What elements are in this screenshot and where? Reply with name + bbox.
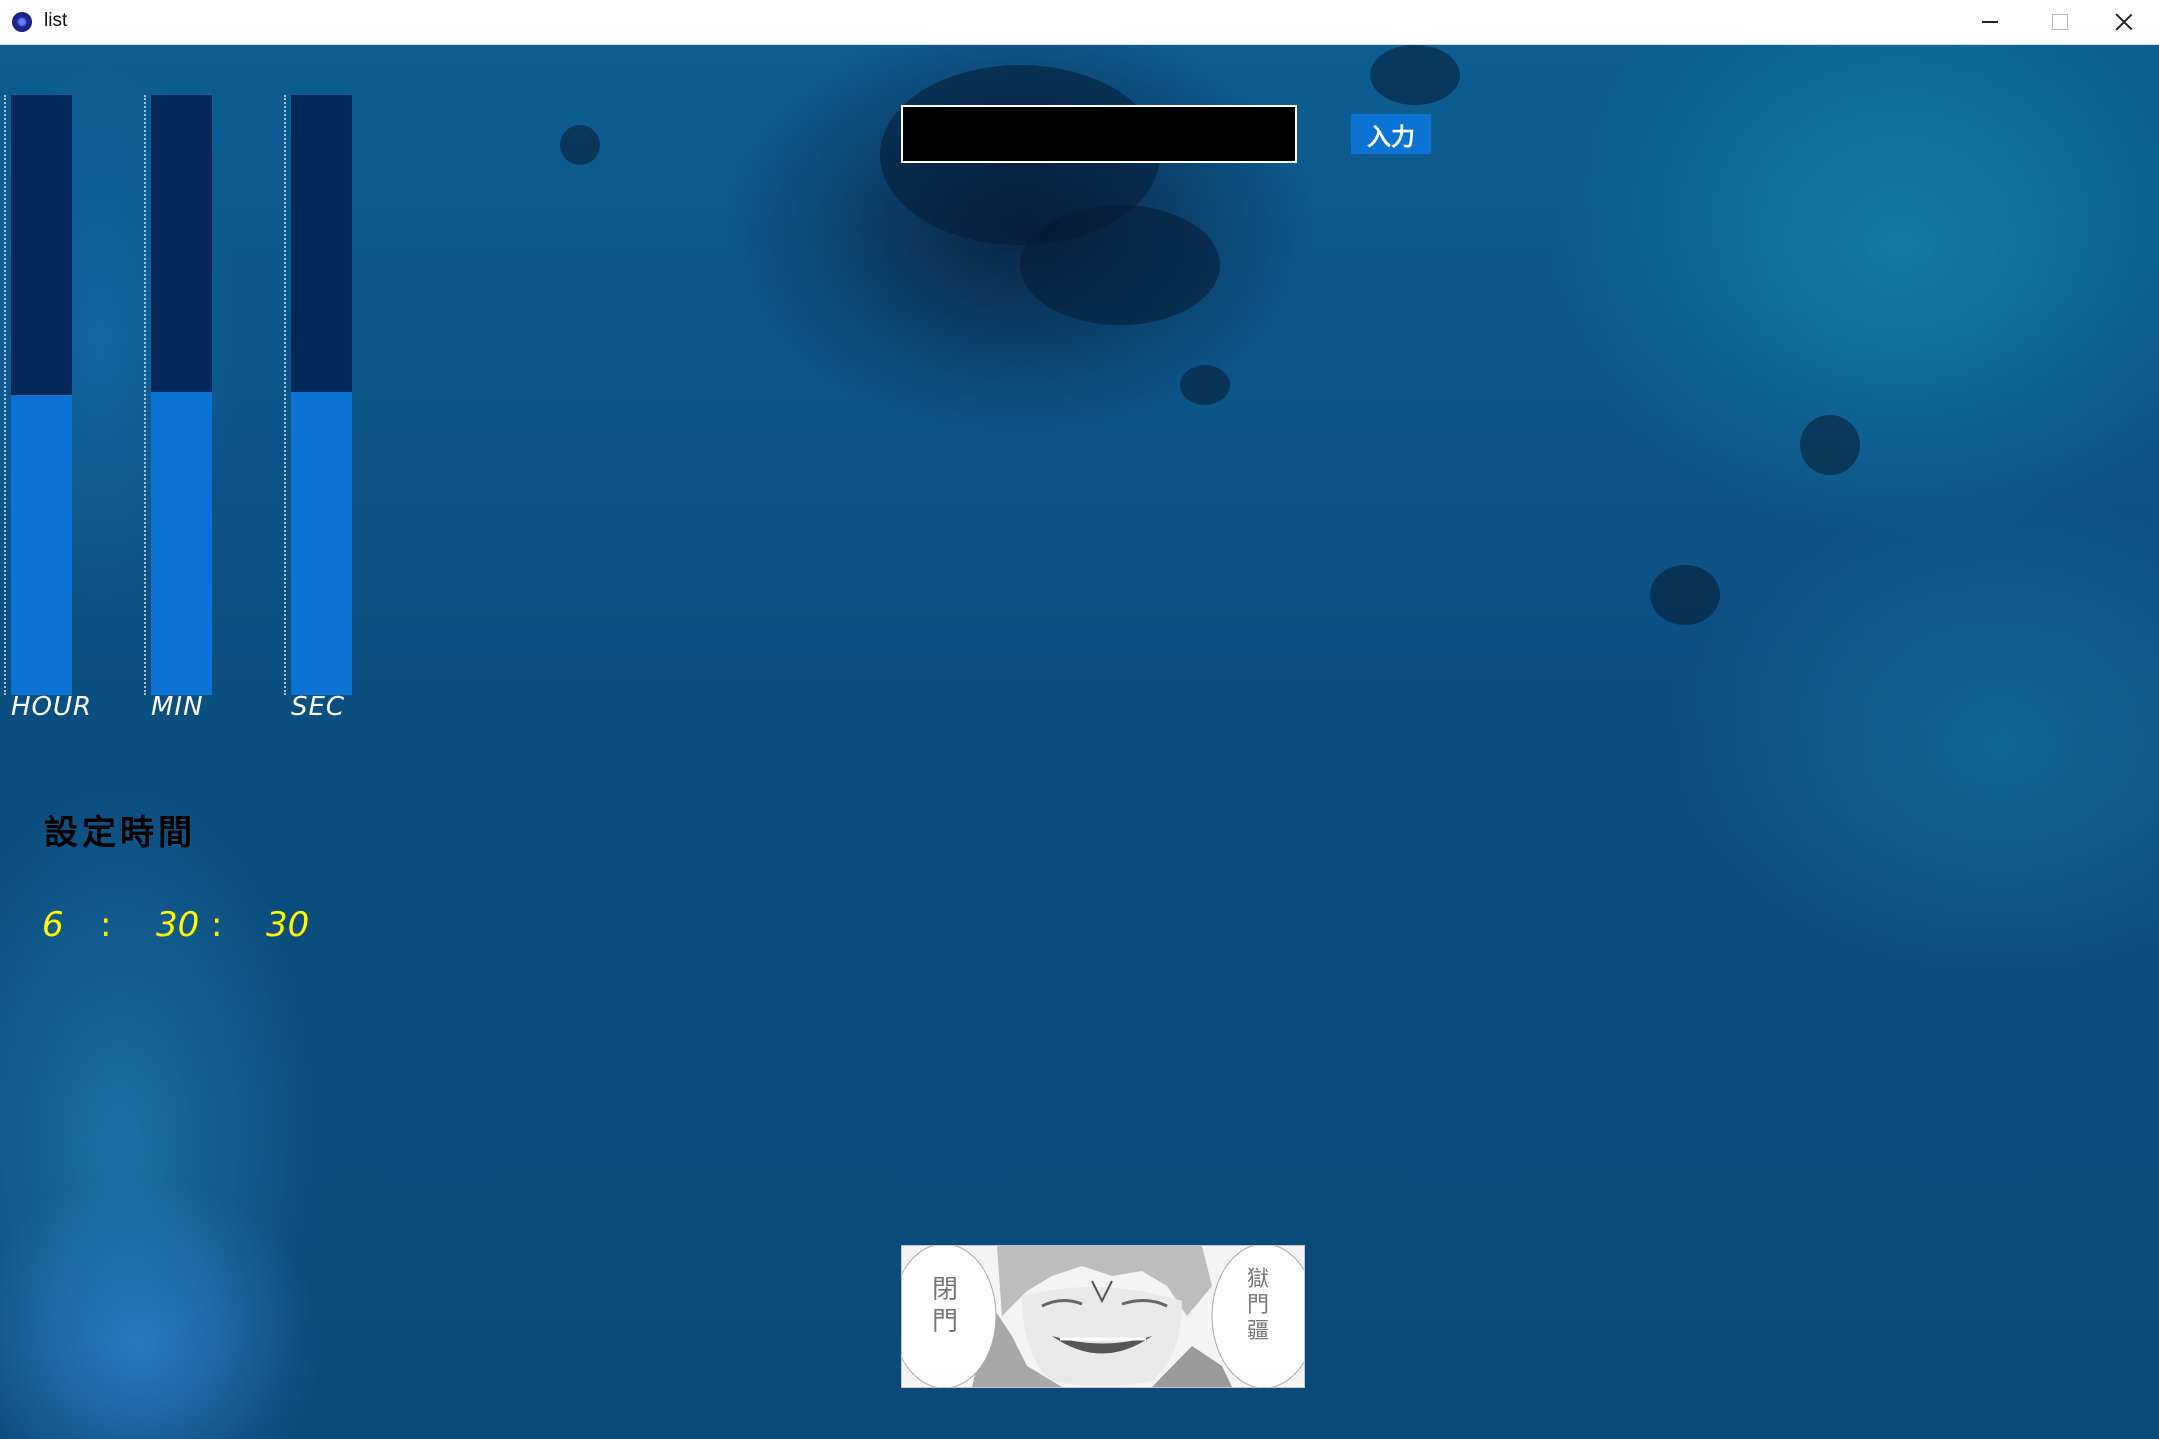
min-scale-ticks <box>144 95 146 695</box>
min-bar <box>151 95 212 695</box>
manga-right-text-2: 門 <box>1247 1293 1269 1318</box>
manga-right-text-3: 疆 <box>1247 1319 1269 1344</box>
hour-bar-fill <box>11 395 72 695</box>
sec-scale-ticks <box>284 95 286 695</box>
min-bar-fill <box>151 392 212 695</box>
window-title: list <box>44 10 68 31</box>
sec-bar-fill <box>291 392 352 695</box>
setting-minute: 30 <box>156 905 200 945</box>
title-bar: list <box>0 0 2159 45</box>
close-icon <box>2115 13 2133 31</box>
minimize-icon <box>1982 21 1998 23</box>
maximize-button[interactable] <box>2025 0 2095 44</box>
app-orb-icon <box>12 12 32 32</box>
time-input[interactable] <box>901 105 1297 163</box>
sec-bar <box>291 95 352 695</box>
time-separator: : <box>100 905 112 945</box>
manga-left-text-1: 閉 <box>932 1275 958 1305</box>
hour-scale-ticks <box>4 95 6 695</box>
maximize-icon <box>2052 14 2068 30</box>
manga-image: 閉 門 獄 門 疆 <box>901 1245 1305 1388</box>
hour-label: HOUR <box>11 692 93 722</box>
manga-right-text-1: 獄 <box>1247 1267 1269 1292</box>
min-label: MIN <box>151 692 204 722</box>
submit-button[interactable]: 入力 <box>1351 114 1431 154</box>
minimize-button[interactable] <box>1955 0 2025 44</box>
setting-second: 30 <box>266 905 310 945</box>
setting-time-label: 設定時間 <box>44 813 196 853</box>
sec-label: SEC <box>291 692 346 722</box>
time-separator: : <box>211 905 223 945</box>
close-button[interactable] <box>2089 0 2159 44</box>
setting-hour: 6 <box>42 905 64 945</box>
manga-left-text-2: 門 <box>932 1307 958 1337</box>
hour-bar <box>11 95 72 695</box>
